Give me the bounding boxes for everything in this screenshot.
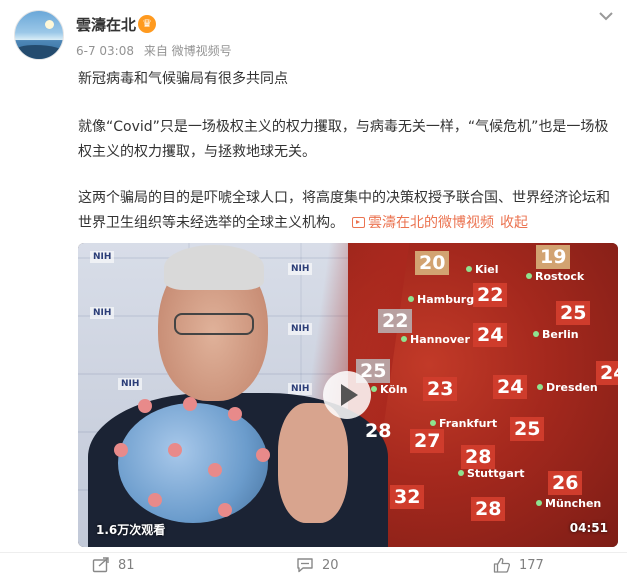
virus-spike: [228, 407, 242, 421]
post-line-3: 这两个骗局的目的是吓唬全球人口，将高度集中的决策权授予联合国、世界经济论坛和世界…: [78, 186, 618, 236]
video-view-count: 1.6万次观看: [96, 523, 166, 537]
vip-crown-icon: ♛: [138, 15, 156, 33]
temp-label: 26: [548, 471, 583, 495]
city-label: Stuttgart: [458, 467, 525, 480]
city-label: Berlin: [533, 328, 579, 341]
city-label: Hannover: [401, 333, 470, 346]
avatar[interactable]: [14, 10, 64, 60]
city-label: Köln: [371, 383, 408, 396]
virus-model: [114, 397, 270, 523]
comment-icon: [297, 558, 313, 573]
temp-label: 24: [596, 361, 618, 385]
person-glasses: [174, 313, 254, 335]
temp-label: 25: [556, 301, 591, 325]
chevron-down-icon[interactable]: [598, 10, 614, 22]
comment-count: 20: [322, 557, 339, 573]
comment-button[interactable]: 20: [296, 557, 339, 573]
temp-label: 20: [415, 251, 450, 275]
post-line-2: 就像“Covid”只是一场极权主义的权力攫取，与病毒无关一样，“气候危机”也是一…: [78, 119, 609, 160]
share-icon: [92, 557, 109, 573]
video-player[interactable]: NIH NIH NIH NIH NIH NIH 20 19 22 22 25 2…: [78, 243, 618, 547]
person-hair: [164, 245, 264, 290]
virus-spike: [208, 463, 222, 477]
city-label: Frankfurt: [430, 417, 497, 430]
virus-spike: [218, 503, 232, 517]
temp-label: 28: [365, 420, 392, 442]
avatar-sun: [45, 20, 54, 29]
nih-logo: NIH: [90, 307, 115, 319]
share-count: 81: [118, 557, 135, 573]
avatar-landscape: [15, 45, 63, 59]
virus-spike: [138, 399, 152, 413]
like-button[interactable]: 177: [493, 557, 544, 573]
temp-label: 32: [390, 485, 425, 509]
temp-label: 28: [471, 497, 506, 521]
city-label: München: [536, 497, 601, 510]
video-link[interactable]: 雲濤在北的微博视频: [368, 215, 494, 231]
play-button[interactable]: [323, 371, 371, 419]
video-duration: 04:51: [569, 521, 608, 535]
post-line-1: 新冠病毒和气候骗局有很多共同点: [78, 71, 288, 87]
nih-logo: NIH: [288, 263, 313, 275]
temp-label: 24: [473, 323, 508, 347]
like-count: 177: [519, 557, 544, 573]
city-label: Kiel: [466, 263, 499, 276]
virus-spike: [168, 443, 182, 457]
share-button[interactable]: 81: [92, 557, 135, 573]
temp-label: 24: [493, 375, 528, 399]
temp-label: 22: [473, 283, 508, 307]
temp-label: 19: [536, 245, 571, 269]
post-time[interactable]: 6-7 03:08: [76, 44, 134, 58]
temp-label: 23: [423, 377, 458, 401]
temp-label: 27: [410, 429, 445, 453]
virus-spike: [114, 443, 128, 457]
nih-logo: NIH: [90, 251, 115, 263]
virus-spike: [256, 448, 270, 462]
nih-logo: NIH: [288, 323, 313, 335]
collapse-link[interactable]: 收起: [500, 215, 528, 231]
post-source: 来自 微博视频号: [143, 44, 232, 58]
city-label: Rostock: [526, 270, 584, 283]
virus-spike: [148, 493, 162, 507]
post-meta: 6-7 03:08 来自 微博视频号: [76, 42, 238, 59]
temp-label: 28: [461, 445, 496, 469]
temp-label: 22: [378, 309, 413, 333]
nih-logo: NIH: [118, 378, 143, 390]
temp-label: 25: [510, 417, 545, 441]
username[interactable]: 雲濤在北: [76, 14, 136, 35]
city-label: Hamburg: [408, 293, 474, 306]
thumbs-up-icon: [493, 557, 511, 573]
person-hand: [278, 403, 348, 523]
video-link-icon: [352, 217, 365, 228]
action-divider: [0, 552, 627, 553]
city-label: Dresden: [537, 381, 598, 394]
virus-spike: [183, 397, 197, 411]
post-line-3-text: 这两个骗局的目的是吓唬全球人口，将高度集中的决策权授予联合国、世界经济论坛和世界…: [78, 190, 610, 231]
